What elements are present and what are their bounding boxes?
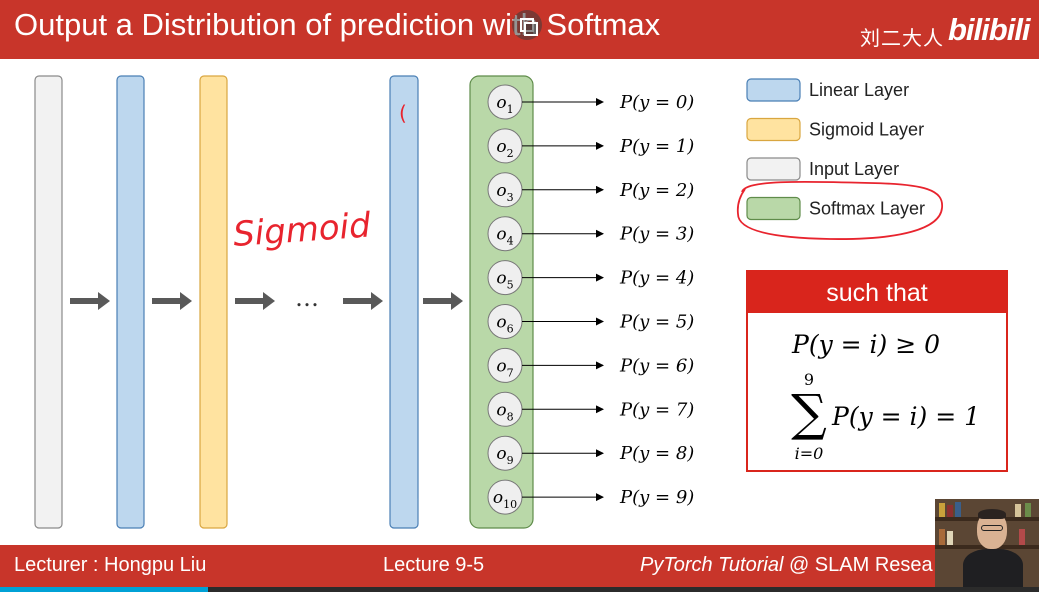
- book: [947, 505, 953, 517]
- legend-item: Input Layer: [746, 157, 899, 181]
- book: [1019, 529, 1025, 545]
- summation-lower-limit: i=0: [795, 444, 824, 463]
- linear-layer-bar-2: [389, 75, 419, 529]
- legend-item: Sigmoid Layer: [746, 117, 924, 142]
- lecturer-name: Lecturer : Hongpu Liu: [14, 554, 207, 576]
- legend-label: Sigmoid Layer: [809, 120, 924, 140]
- tutorial-credit: PyTorch Tutorial @ SLAM Resea: [640, 554, 933, 577]
- probability-label: P(y = 0): [619, 92, 694, 113]
- probability-label: P(y = 7): [619, 399, 694, 420]
- legend-swatch: [746, 157, 801, 181]
- handwritten-sigmoid-annotation: Sigmoid: [232, 205, 372, 255]
- probability-label: P(y = 2): [619, 180, 694, 201]
- video-progress-fill: [0, 587, 208, 592]
- legend-label: Softmax Layer: [809, 199, 925, 219]
- constraint-box: such that P(y = i) ≥ 0 9 ∑ i=0 P(y = i) …: [746, 270, 1008, 472]
- sum-to-one-condition: P(y = i) = 1: [831, 402, 980, 431]
- handwritten-paren-annotation: (: [399, 101, 407, 125]
- lecture-number: Lecture 9-5: [383, 554, 485, 576]
- person-glasses: [981, 525, 1003, 531]
- probability-label: P(y = 5): [619, 312, 694, 333]
- probability-label: P(y = 6): [619, 355, 694, 376]
- nonnegativity-condition: P(y = i) ≥ 0: [791, 330, 940, 359]
- legend: Linear Layer Sigmoid Layer Input Layer Soft…: [746, 78, 925, 221]
- summation-symbol: ∑: [791, 384, 827, 442]
- person-torso: [963, 549, 1023, 587]
- legend-item: Softmax Layer: [746, 196, 925, 221]
- book: [939, 503, 945, 517]
- legend-label: Linear Layer: [809, 80, 909, 100]
- book: [1015, 504, 1021, 517]
- input-layer-bar: [34, 75, 63, 529]
- legend-item: Linear Layer: [746, 78, 909, 102]
- tutorial-affiliation: @ SLAM Resea: [783, 554, 933, 576]
- webcam-overlay: [935, 499, 1039, 587]
- legend-swatch: [746, 78, 801, 102]
- book: [955, 502, 961, 517]
- linear-layer-bar-1: [116, 75, 145, 529]
- book: [947, 531, 953, 545]
- probability-label: P(y = 4): [619, 268, 694, 289]
- legend-label: Input Layer: [809, 159, 899, 179]
- sigmoid-layer-bar: [199, 75, 228, 529]
- tutorial-name: PyTorch Tutorial: [640, 554, 784, 576]
- book: [939, 529, 945, 545]
- probability-label: P(y = 8): [619, 443, 694, 464]
- probability-label: P(y = 9): [619, 487, 694, 508]
- probability-label: P(y = 1): [619, 136, 694, 157]
- constraint-box-header: such that: [826, 279, 928, 307]
- ellipsis: …: [295, 284, 319, 312]
- network-diagram: … Sigmoid ( o1 P(y = 0)o2 P(y = 1)o3 P(y = …: [34, 75, 1008, 529]
- legend-swatch: [746, 117, 801, 142]
- video-progress-bar[interactable]: [0, 587, 1039, 592]
- book: [1025, 503, 1031, 517]
- footer-bar: Lecturer : Hongpu Liu Lecture 9-5 PyTorc…: [0, 545, 1039, 587]
- probability-label: P(y = 3): [619, 224, 694, 245]
- legend-swatch: [746, 196, 801, 221]
- person-hair: [978, 509, 1006, 519]
